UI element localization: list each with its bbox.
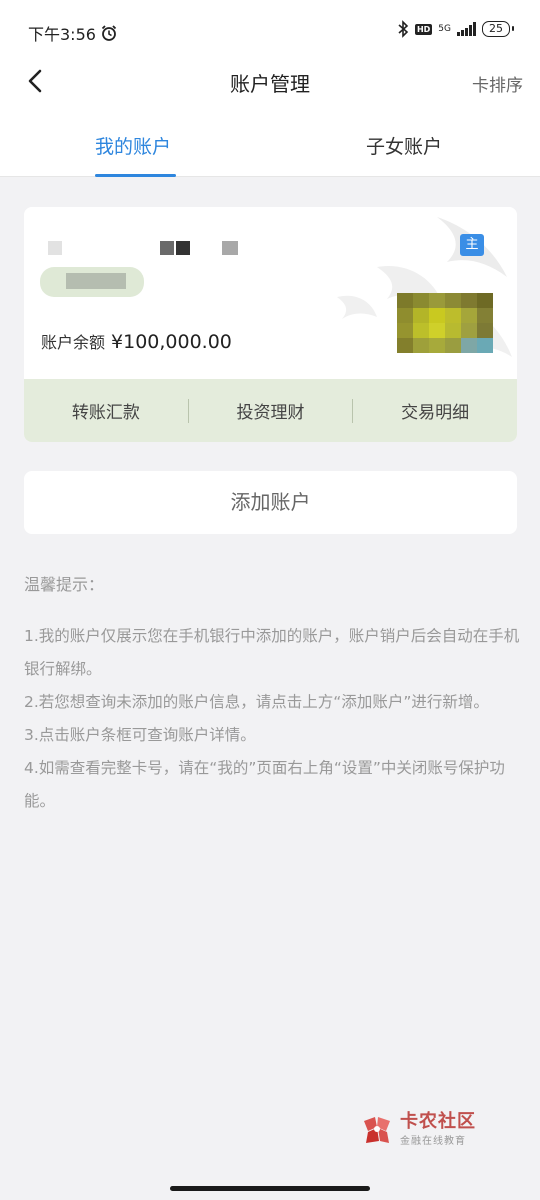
- status-bar: 下午3:56 HD 5G 25: [0, 0, 540, 62]
- balance-label: 账户余额: [41, 333, 106, 352]
- transfer-button[interactable]: 转账汇款: [24, 398, 188, 423]
- card-actions: 转账汇款 投资理财 交易明细: [24, 379, 517, 442]
- status-time: 下午3:56: [28, 21, 118, 45]
- hd-badge: HD: [414, 23, 433, 35]
- kanong-logo-icon: [364, 1116, 390, 1143]
- add-account-button[interactable]: 添加账户: [24, 471, 517, 534]
- masked-account-number-3: [222, 241, 238, 255]
- battery-icon: 25: [482, 21, 514, 37]
- nav-bar: 账户管理 卡排序: [0, 62, 540, 102]
- masked-account-number-2: [176, 241, 190, 255]
- primary-account-badge: 主: [460, 234, 484, 256]
- page-title: 账户管理: [230, 72, 310, 96]
- balance: 账户余额 ¥100,000.00: [41, 329, 232, 353]
- masked-card-type-inner: [66, 273, 126, 289]
- card-image: [397, 293, 493, 353]
- bluetooth-icon: [398, 20, 409, 38]
- tab-child-accounts[interactable]: 子女账户: [366, 132, 442, 159]
- balance-value: ¥100,000.00: [111, 331, 232, 353]
- tips-title: 温馨提示：: [24, 575, 105, 594]
- tip-item: 4.如需查看完整卡号，请在“我的”页面右上角“设置”中关闭账号保护功能。: [24, 759, 505, 810]
- tab-my-accounts[interactable]: 我的账户: [95, 132, 171, 159]
- investment-button[interactable]: 投资理财: [189, 398, 353, 423]
- tip-item: 2.若您想查询未添加的账户信息，请点击上方“添加账户”进行新增。: [24, 693, 489, 711]
- tip-item: 1.我的账户仅展示您在手机银行中添加的账户，账户销户后会自动在手机银行解绑。: [24, 627, 520, 678]
- account-card[interactable]: 主 账户余额 ¥100,000.00 转账汇款 投资理财 交易明细: [24, 207, 517, 442]
- active-tab-indicator: [95, 174, 176, 177]
- masked-account-number: [160, 241, 174, 255]
- status-time-text: 下午3:56: [28, 25, 96, 44]
- status-icons: HD 5G 25: [397, 20, 514, 38]
- tip-item: 3.点击账户条框可查询账户详情。: [24, 726, 256, 744]
- watermark: 卡农社区 金融在线教育: [360, 1112, 476, 1147]
- watermark-name: 卡农社区: [400, 1111, 476, 1132]
- home-indicator[interactable]: [170, 1186, 370, 1191]
- alarm-icon: [101, 25, 117, 41]
- card-sort-button[interactable]: 卡排序: [472, 71, 523, 96]
- signal-icon: [457, 22, 476, 36]
- tips-list: 1.我的账户仅展示您在手机银行中添加的账户，账户销户后会自动在手机银行解绑。 2…: [24, 620, 520, 818]
- network-label: 5G: [438, 24, 451, 34]
- masked-account-name: [48, 241, 62, 255]
- watermark-subtitle: 金融在线教育: [400, 1136, 466, 1147]
- card-info[interactable]: 主 账户余额 ¥100,000.00: [24, 207, 517, 379]
- transaction-details-button[interactable]: 交易明细: [353, 398, 517, 423]
- account-tabs: 我的账户 子女账户: [0, 102, 540, 177]
